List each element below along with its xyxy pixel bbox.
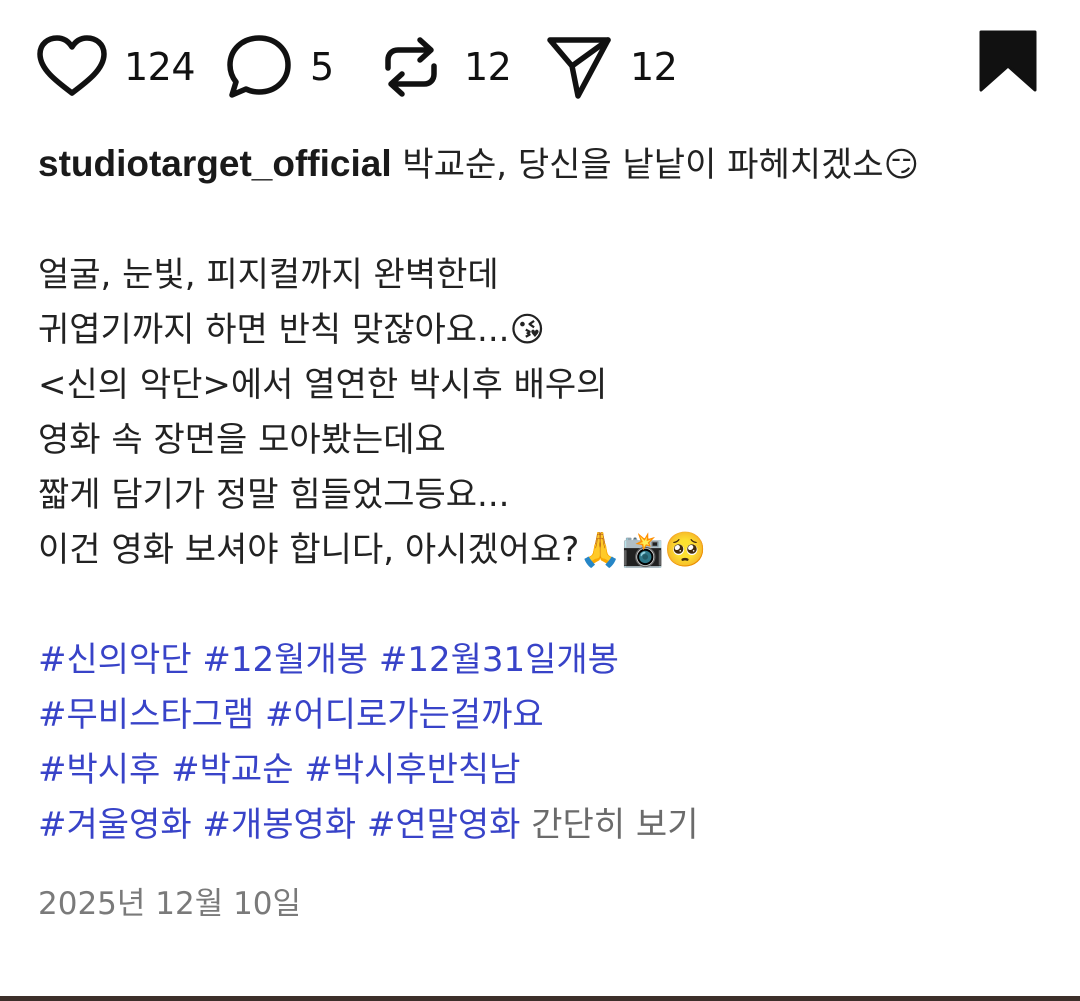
- repost-count: 12: [464, 45, 512, 89]
- comment-button[interactable]: 5: [224, 32, 334, 102]
- show-less-link[interactable]: 간단히 보기: [531, 805, 698, 845]
- post-date: 2025년 12월 10일: [38, 886, 302, 922]
- hashtag-row: #무비스타그램 #어디로가는걸까요: [38, 688, 1068, 743]
- hashtag-link[interactable]: #12월31일개봉: [379, 640, 619, 680]
- bottom-divider: [0, 996, 1080, 1001]
- hashtag-row: #겨울영화 #개봉영화 #연말영화 간단히 보기: [38, 798, 1068, 853]
- caption-title: 박교순, 당신을 낱낱이 파헤치겠소😏: [402, 145, 920, 185]
- heart-icon: [37, 35, 107, 96]
- caption-line: <신의 악단>에서 열연한 박시후 배우의: [38, 365, 608, 405]
- username-link[interactable]: studiotarget_official: [38, 143, 392, 184]
- hashtag-row: #신의악단 #12월개봉 #12월31일개봉: [38, 633, 1068, 688]
- repost-arrows-icon: [385, 37, 437, 97]
- share-count: 12: [630, 45, 678, 89]
- bookmark-button[interactable]: [978, 30, 1038, 96]
- hashtag-link[interactable]: #박교순: [171, 750, 293, 790]
- caption-header: studiotarget_official 박교순, 당신을 낱낱이 파헤치겠소…: [38, 136, 1068, 193]
- comment-count: 5: [310, 45, 334, 89]
- hashtag-link[interactable]: #박시후: [38, 750, 160, 790]
- hashtag-link[interactable]: #어디로가는걸까요: [265, 695, 544, 735]
- caption-line: 귀엽기까지 하면 반칙 맞잖아요...😘: [38, 310, 545, 350]
- hashtag-link[interactable]: #연말영화: [367, 805, 521, 845]
- hashtag-row: #박시후 #박교순 #박시후반칙남: [38, 743, 1068, 798]
- hashtag-link[interactable]: #박시후반칙남: [304, 750, 520, 790]
- like-count: 124: [124, 45, 196, 89]
- hashtag-link[interactable]: #신의악단: [38, 640, 192, 680]
- caption-line: 영화 속 장면을 모아봤는데요: [38, 420, 446, 460]
- caption-line: 이건 영화 보셔야 합니다, 아시겠어요?🙏📸🥺: [38, 530, 707, 570]
- post-caption: studiotarget_official 박교순, 당신을 낱낱이 파헤치겠소…: [38, 136, 1068, 853]
- hashtag-link[interactable]: #개봉영화: [202, 805, 356, 845]
- hashtag-link[interactable]: #무비스타그램: [38, 695, 254, 735]
- caption-line: 얼굴, 눈빛, 피지컬까지 완벽한데: [38, 255, 499, 295]
- repost-button[interactable]: 12: [380, 32, 512, 102]
- hashtag-link[interactable]: #12월개봉: [202, 640, 368, 680]
- share-button[interactable]: 12: [544, 32, 678, 102]
- caption-line: 짧게 담기가 정말 힘들었그등요...: [38, 475, 510, 515]
- bookmark-icon: [979, 30, 1037, 92]
- post-action-bar: 124 5 12 12: [0, 0, 1080, 140]
- hashtag-link[interactable]: #겨울영화: [38, 805, 192, 845]
- speech-bubble-icon: [227, 35, 291, 98]
- like-button[interactable]: 124: [36, 32, 196, 102]
- paper-plane-icon: [547, 37, 611, 99]
